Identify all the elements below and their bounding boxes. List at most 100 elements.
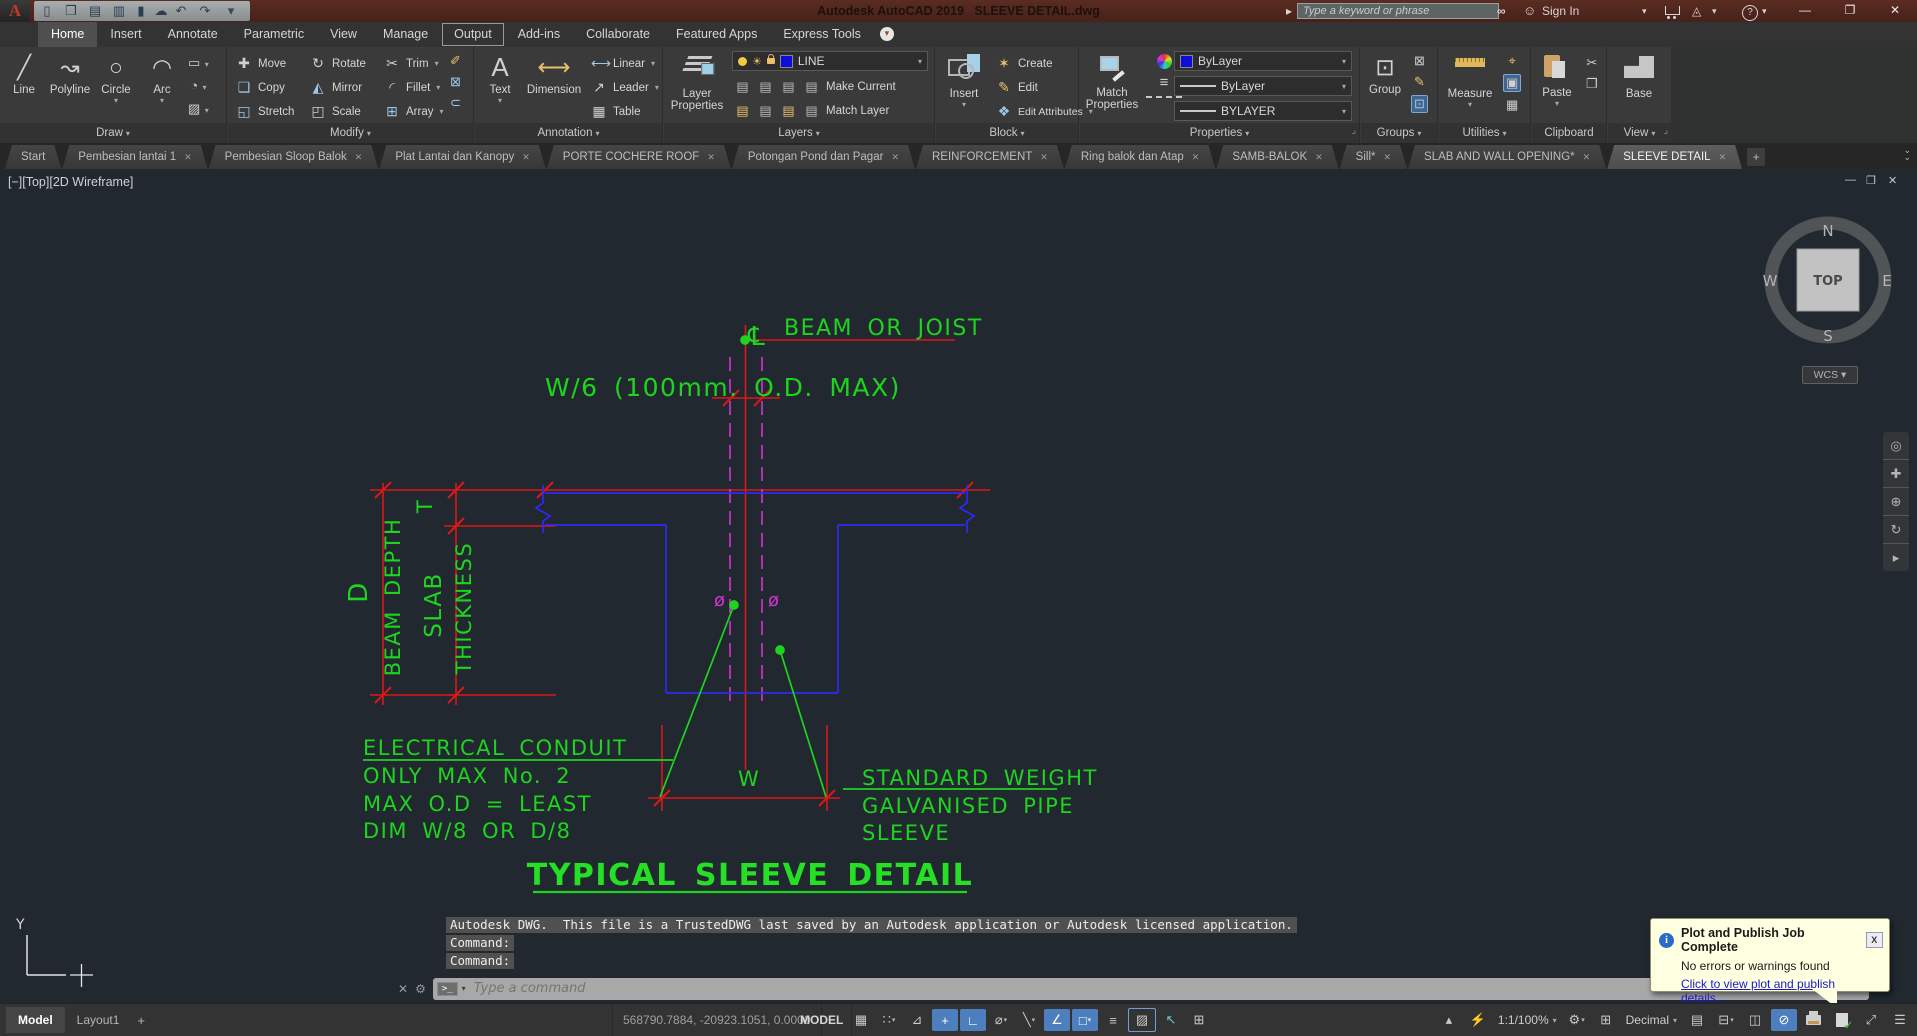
copy-clip-icon[interactable]: ❐ (1586, 76, 1598, 92)
search-icon[interactable]: ∞ (1497, 0, 1506, 22)
notification-link[interactable]: Click to view plot and publish details..… (1651, 973, 1889, 1005)
a360-icon[interactable]: ◬ (1692, 0, 1701, 22)
group-selection-icon[interactable]: ⊡ (1411, 95, 1428, 113)
snap-toggle-icon[interactable]: ∷ ▾ (876, 1009, 902, 1031)
panel-label-block[interactable]: Block ▾ (936, 123, 1078, 143)
ribbon-tab-output[interactable]: Output (441, 22, 505, 47)
3d-object-snap-icon[interactable]: ⊞ (1186, 1009, 1212, 1031)
navwheel-icon[interactable]: ◎ (1883, 432, 1909, 460)
zoom-icon[interactable]: ⊕ (1883, 488, 1909, 516)
select-all-icon[interactable]: ▣ (1503, 74, 1522, 92)
viewcube-north[interactable]: N (1822, 222, 1833, 240)
ribbon-tab-parametric[interactable]: Parametric (231, 22, 317, 47)
ribbon-tab-collaborate[interactable]: Collaborate (573, 22, 663, 47)
rotate-button[interactable]: ↻ Rotate (310, 55, 366, 72)
search-go-icon[interactable]: ▸ (1286, 0, 1292, 22)
plot-icon[interactable] (1800, 1009, 1826, 1031)
sign-in-button[interactable]: Sign In (1542, 0, 1579, 22)
viewcube-south[interactable]: S (1823, 327, 1833, 345)
rectangle-tool-button[interactable]: ▭ ▾ (188, 54, 209, 72)
command-customize-icon[interactable]: ⚙ (415, 982, 426, 996)
measure-button[interactable]: Measure ▾ (1442, 50, 1498, 109)
hatch-tool-button[interactable]: ▨ ▾ (188, 100, 209, 118)
ribbon-tab-home[interactable]: Home (38, 22, 98, 47)
file-tab[interactable]: Pembesian Sloop Balok ✕ (209, 145, 379, 169)
autoscale-icon[interactable]: ⚡ (1465, 1009, 1491, 1031)
dynamic-input-icon[interactable]: + (932, 1009, 958, 1031)
sign-in-dropdown-icon[interactable]: ▾ (1642, 0, 1647, 22)
viewcube-west[interactable]: W (1763, 272, 1778, 290)
panel-label-layers[interactable]: Layers ▾ (664, 123, 934, 143)
drawing-viewport[interactable]: [−][Top][2D Wireframe] — ❐ ✕ ℄ BEAM OR J… (0, 169, 1917, 1008)
lineweight-dropdown[interactable]: ByLayer ▾ (1174, 76, 1352, 96)
panel-label-annotation[interactable]: Annotation ▾ (475, 123, 662, 143)
annotation-visibility-icon[interactable]: ▴ (1436, 1009, 1462, 1031)
color-dropdown[interactable]: ByLayer ▾ (1174, 51, 1352, 71)
units-control[interactable]: Decimal ▾ (1622, 1013, 1681, 1027)
layer-dropdown[interactable]: ☀ LINE ▾ (732, 51, 928, 71)
help-icon[interactable]: ? (1742, 0, 1758, 22)
match-layer-button[interactable]: ▤ ▤ ▤ ▤ Match Layer (734, 103, 889, 119)
workspace-switching-icon[interactable]: ⚙ ▾ (1564, 1009, 1590, 1031)
line-button[interactable]: ╱ Line (1, 50, 47, 96)
layout1-tab[interactable]: Layout1 (67, 1007, 130, 1033)
recent-commands-icon[interactable]: ▾ (462, 984, 466, 993)
ribbon-tab-manage[interactable]: Manage (370, 22, 441, 47)
panel-label-modify[interactable]: Modify ▾ (228, 123, 473, 143)
move-button[interactable]: ✚ Move (236, 55, 286, 72)
isolate-objects-icon[interactable]: ◫ (1742, 1009, 1768, 1031)
linetype-list-icon[interactable] (1146, 96, 1182, 98)
match-properties-button[interactable]: Match Properties (1083, 50, 1141, 111)
help-dropdown-icon[interactable]: ▾ (1762, 0, 1767, 22)
model-space-toggle[interactable]: MODEL (792, 1004, 853, 1036)
quick-properties-icon[interactable]: ▤ (1684, 1009, 1710, 1031)
object-snap-tracking-icon[interactable]: ∠ (1044, 1009, 1070, 1031)
linetype-dropdown[interactable]: BYLAYER ▾ (1174, 101, 1352, 121)
table-button[interactable]: ▦ Table (591, 103, 640, 120)
dimension-button[interactable]: ⟷ Dimension (523, 50, 585, 96)
object-snap-icon[interactable]: □ ▾ (1072, 1009, 1098, 1031)
ribbon-tab-annotate[interactable]: Annotate (155, 22, 231, 47)
copy-button[interactable]: ❏ Copy (236, 79, 285, 96)
insert-button[interactable]: Insert ▾ (938, 50, 990, 109)
create-block-button[interactable]: ✶ Create (996, 55, 1052, 72)
leader-button[interactable]: ↗ Leader ▾ (591, 79, 659, 96)
file-tab[interactable]: REINFORCEMENT ✕ (916, 145, 1064, 169)
erase-icon[interactable]: ✐ (450, 53, 461, 69)
customization-icon[interactable]: ☰ (1887, 1009, 1913, 1031)
scale-button[interactable]: ◰ Scale (310, 103, 360, 120)
base-button[interactable]: Base (1616, 50, 1662, 100)
drawing-annotations[interactable]: ℄ BEAM OR JOIST W/6 (100mm. O.D. MAX) D … (344, 316, 1098, 893)
mirror-button[interactable]: ◭ Mirror (310, 79, 362, 96)
file-tab[interactable]: PORTE COCHERE ROOF ✕ (547, 145, 731, 169)
panel-label-clipboard[interactable]: Clipboard (1532, 123, 1606, 143)
new-tab-button[interactable]: + (1747, 148, 1766, 166)
trim-button[interactable]: ✂ Trim ▾ (384, 55, 438, 72)
offset-icon[interactable]: ⊂ (450, 95, 461, 111)
notification-close-button[interactable]: X (1865, 932, 1883, 948)
grid-toggle-icon[interactable]: ▦ (848, 1009, 874, 1031)
lock-ui-icon[interactable]: ⊟ ▾ (1713, 1009, 1739, 1031)
annotation-monitor-icon[interactable]: ⊞ (1593, 1009, 1619, 1031)
polar-tracking-icon[interactable]: ╲ ▾ (1016, 1009, 1042, 1031)
ribbon-tab-insert[interactable]: Insert (97, 22, 154, 47)
stretch-button[interactable]: ◱ Stretch (236, 103, 294, 120)
text-button[interactable]: A Text ▾ (480, 50, 520, 105)
panel-label-view[interactable]: View ▾ ⌟ (1608, 123, 1671, 143)
layer-properties-button[interactable]: Layer Properties (668, 50, 726, 112)
cart-icon[interactable] (1665, 0, 1680, 22)
ribbon-tab-view[interactable]: View (317, 22, 370, 47)
panel-label-utilities[interactable]: Utilities ▾ (1439, 123, 1530, 143)
ortho-mode-icon[interactable]: ∟ (960, 1009, 986, 1031)
edit-block-button[interactable]: ✎ Edit (996, 79, 1038, 96)
transparency-toggle-icon[interactable]: ▨ (1128, 1008, 1156, 1032)
file-tab[interactable]: SLAB AND WALL OPENING* ✕ (1408, 145, 1606, 169)
command-close-icon[interactable]: ✕ (398, 982, 408, 996)
new-layout-button[interactable]: + (131, 1007, 151, 1034)
paste-button[interactable]: Paste ▾ (1534, 50, 1580, 108)
minimize-button[interactable]: — (1790, 0, 1820, 22)
quick-calculator-icon[interactable]: ▦ (1506, 97, 1518, 113)
cut-icon[interactable]: ✂ (1586, 55, 1597, 71)
file-tab-start[interactable]: Start (5, 145, 61, 169)
color-wheel-icon[interactable] (1156, 54, 1172, 69)
